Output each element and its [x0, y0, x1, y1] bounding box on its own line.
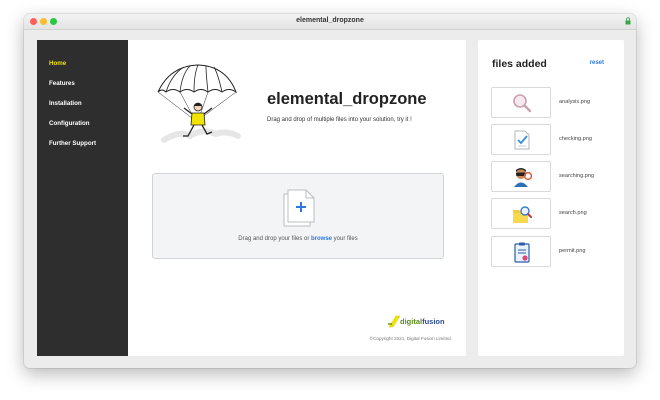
title-bar: elemental_dropzone	[24, 14, 636, 30]
dropzone-text-before: Drag and drop your files or	[238, 236, 311, 242]
browse-link[interactable]: browse	[311, 236, 332, 242]
file-item: permit.png	[491, 236, 616, 267]
reset-button[interactable]: reset	[590, 60, 604, 66]
folder-search-icon	[513, 206, 532, 223]
parachute-illustration	[157, 64, 241, 143]
magnifier-icon	[513, 94, 532, 113]
file-name: analysis.png	[559, 99, 591, 105]
file-thumbnail	[491, 198, 551, 229]
main-panel: elemental_dropzone Drag and drop of mult…	[128, 40, 466, 356]
sidebar-item-features[interactable]: Features	[49, 80, 75, 87]
sidebar: Home Features Installation Configuration…	[37, 40, 128, 356]
files-added-panel: files added reset analysis.png checking.…	[478, 40, 624, 356]
copyright-text: ©Copyright 2021, Digital Fusion Limited.	[369, 336, 452, 341]
file-item: search.png	[491, 198, 616, 229]
file-item: searching.png	[491, 161, 616, 192]
file-name: checking.png	[559, 136, 592, 142]
file-item: checking.png	[491, 124, 616, 155]
page-title: elemental_dropzone	[267, 90, 427, 108]
person-search-icon	[514, 168, 533, 187]
app-window: elemental_dropzone Home Features Install…	[24, 14, 636, 368]
sidebar-item-configuration[interactable]: Configuration	[49, 120, 90, 127]
page-subtitle: Drag and drop of multiple files into you…	[267, 117, 412, 123]
lock-icon	[625, 17, 631, 25]
file-name: search.png	[559, 210, 587, 216]
sidebar-item-further-support[interactable]: Further Support	[49, 140, 96, 147]
digital-fusion-logo: digitalfusion	[387, 315, 453, 329]
sidebar-item-installation[interactable]: Installation	[49, 100, 82, 107]
add-file-icon	[283, 189, 315, 227]
sidebar-item-home[interactable]: Home	[49, 60, 66, 67]
checklist-icon	[514, 130, 530, 150]
file-thumbnail	[491, 124, 551, 155]
file-dropzone[interactable]: Drag and drop your files or browse your …	[152, 173, 444, 259]
brand-swoosh-icon	[388, 315, 401, 328]
brand-text-fusion: fusion	[422, 317, 445, 326]
file-thumbnail	[491, 87, 551, 118]
file-thumbnail	[491, 236, 551, 267]
file-thumbnail	[491, 161, 551, 192]
file-name: searching.png	[559, 173, 595, 179]
dropzone-text-after: your files	[332, 236, 358, 242]
file-name: permit.png	[559, 248, 586, 254]
dropzone-instructions: Drag and drop your files or browse your …	[153, 236, 443, 242]
permit-document-icon	[514, 242, 530, 263]
brand-text-digital: digital	[400, 317, 423, 326]
file-item: analysis.png	[491, 87, 616, 118]
files-panel-title: files added	[492, 58, 547, 70]
window-title: elemental_dropzone	[296, 17, 364, 24]
